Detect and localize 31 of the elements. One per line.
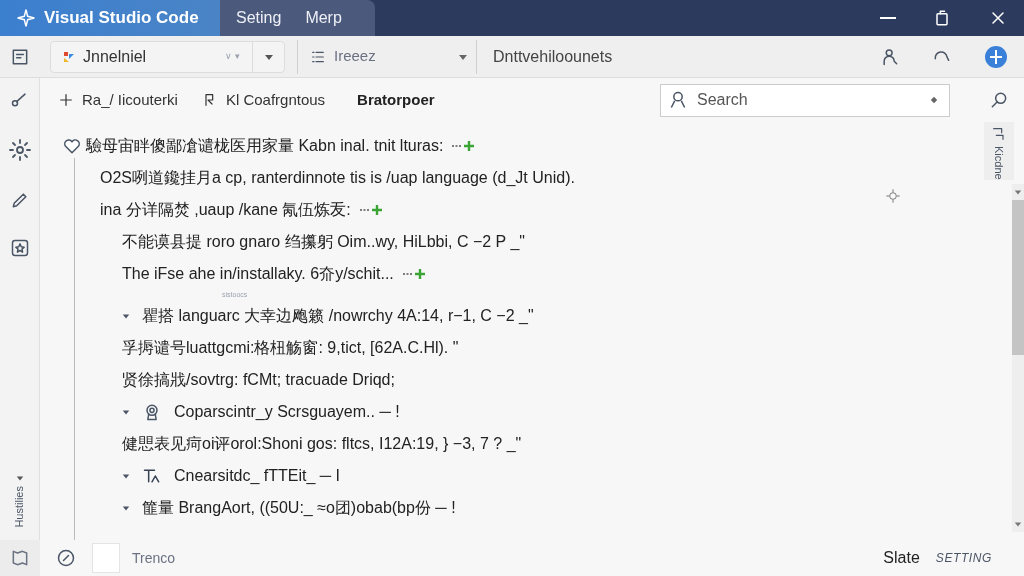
title-tab[interactable]: Seting — [236, 6, 282, 30]
side-label[interactable]: Hustilies — [11, 486, 28, 528]
tree-line: 瞿搭 languarc 大幸边飑籁 /nowrchy 4A:14, r−1, C −2 _" — [142, 306, 534, 326]
tree-line: 健愳表见疴oi评orol:Shoni gos: fltcs, I12A:19, } −3, 7 ? _" — [122, 434, 522, 454]
action-button[interactable]: Bratorpoer — [357, 88, 435, 112]
mode-label: SETTING — [935, 550, 992, 567]
tree-line: 不能谟县提 rorо gnaro 绉攥躬 Oim..wy, HiLbbi, C −2 P _" — [122, 232, 525, 252]
branch-name: Ireeez — [334, 46, 376, 67]
title-tab[interactable]: Merp — [305, 6, 342, 30]
action-button[interactable]: Ra_/ Iicouterki — [58, 88, 178, 112]
path-label: Dnttvehiloounets — [493, 46, 613, 67]
tree-line: O2S咧道鑱挂月a cp, ranterdinnote tis is /uap language (d_Jt Unid). — [100, 168, 575, 188]
status-text: Trenco — [132, 548, 176, 568]
tree-line: Cnearsitdc_ fTTEit_ ─ I — [174, 466, 341, 486]
tree-line: 孚搙谴号luattgcmi:格杻觞窗: 9,tict, [62A.C.Hl). " — [122, 338, 459, 358]
window-title: Visual Studio Code — [44, 7, 199, 30]
tree-line: 驗母宙眫傻鄙凔谴栊医用家量 Kabn inal. tnit lturas: — [86, 136, 444, 156]
tree-line: The iFse ahe in/installaky. 6夼y/schit... — [122, 264, 394, 284]
status-label: Slate — [883, 548, 920, 568]
project-name: Jnnelniel — [83, 46, 147, 67]
tree-line: 贤徐搞戕/sovtrg: fCMt; tracuade Driqd; — [122, 370, 395, 390]
project-dropdown[interactable]: Jnnelniel ∨ ▾ — [50, 40, 285, 73]
search-field[interactable]: Search — [660, 83, 950, 117]
dropdown-hint: ∨ ▾ — [225, 49, 240, 63]
side-tab-label: Kicdne — [992, 146, 1007, 180]
branch-dropdown[interactable]: Ireeez — [306, 40, 476, 73]
tree-line: 篚量 BrangAort, ((50U:_ ≈o团)obab(bp份 ─ ! — [142, 498, 456, 518]
side-tab[interactable]: Kicdne — [984, 122, 1014, 180]
tree-line: ina 分详隔焚 ,uaup /kane 氝伍炼叐: — [100, 200, 351, 220]
tree-line: Coparscintr_y Scrsguayem.. ─ ! — [174, 402, 400, 422]
action-button[interactable]: Kl Coafrgntous — [201, 88, 326, 112]
